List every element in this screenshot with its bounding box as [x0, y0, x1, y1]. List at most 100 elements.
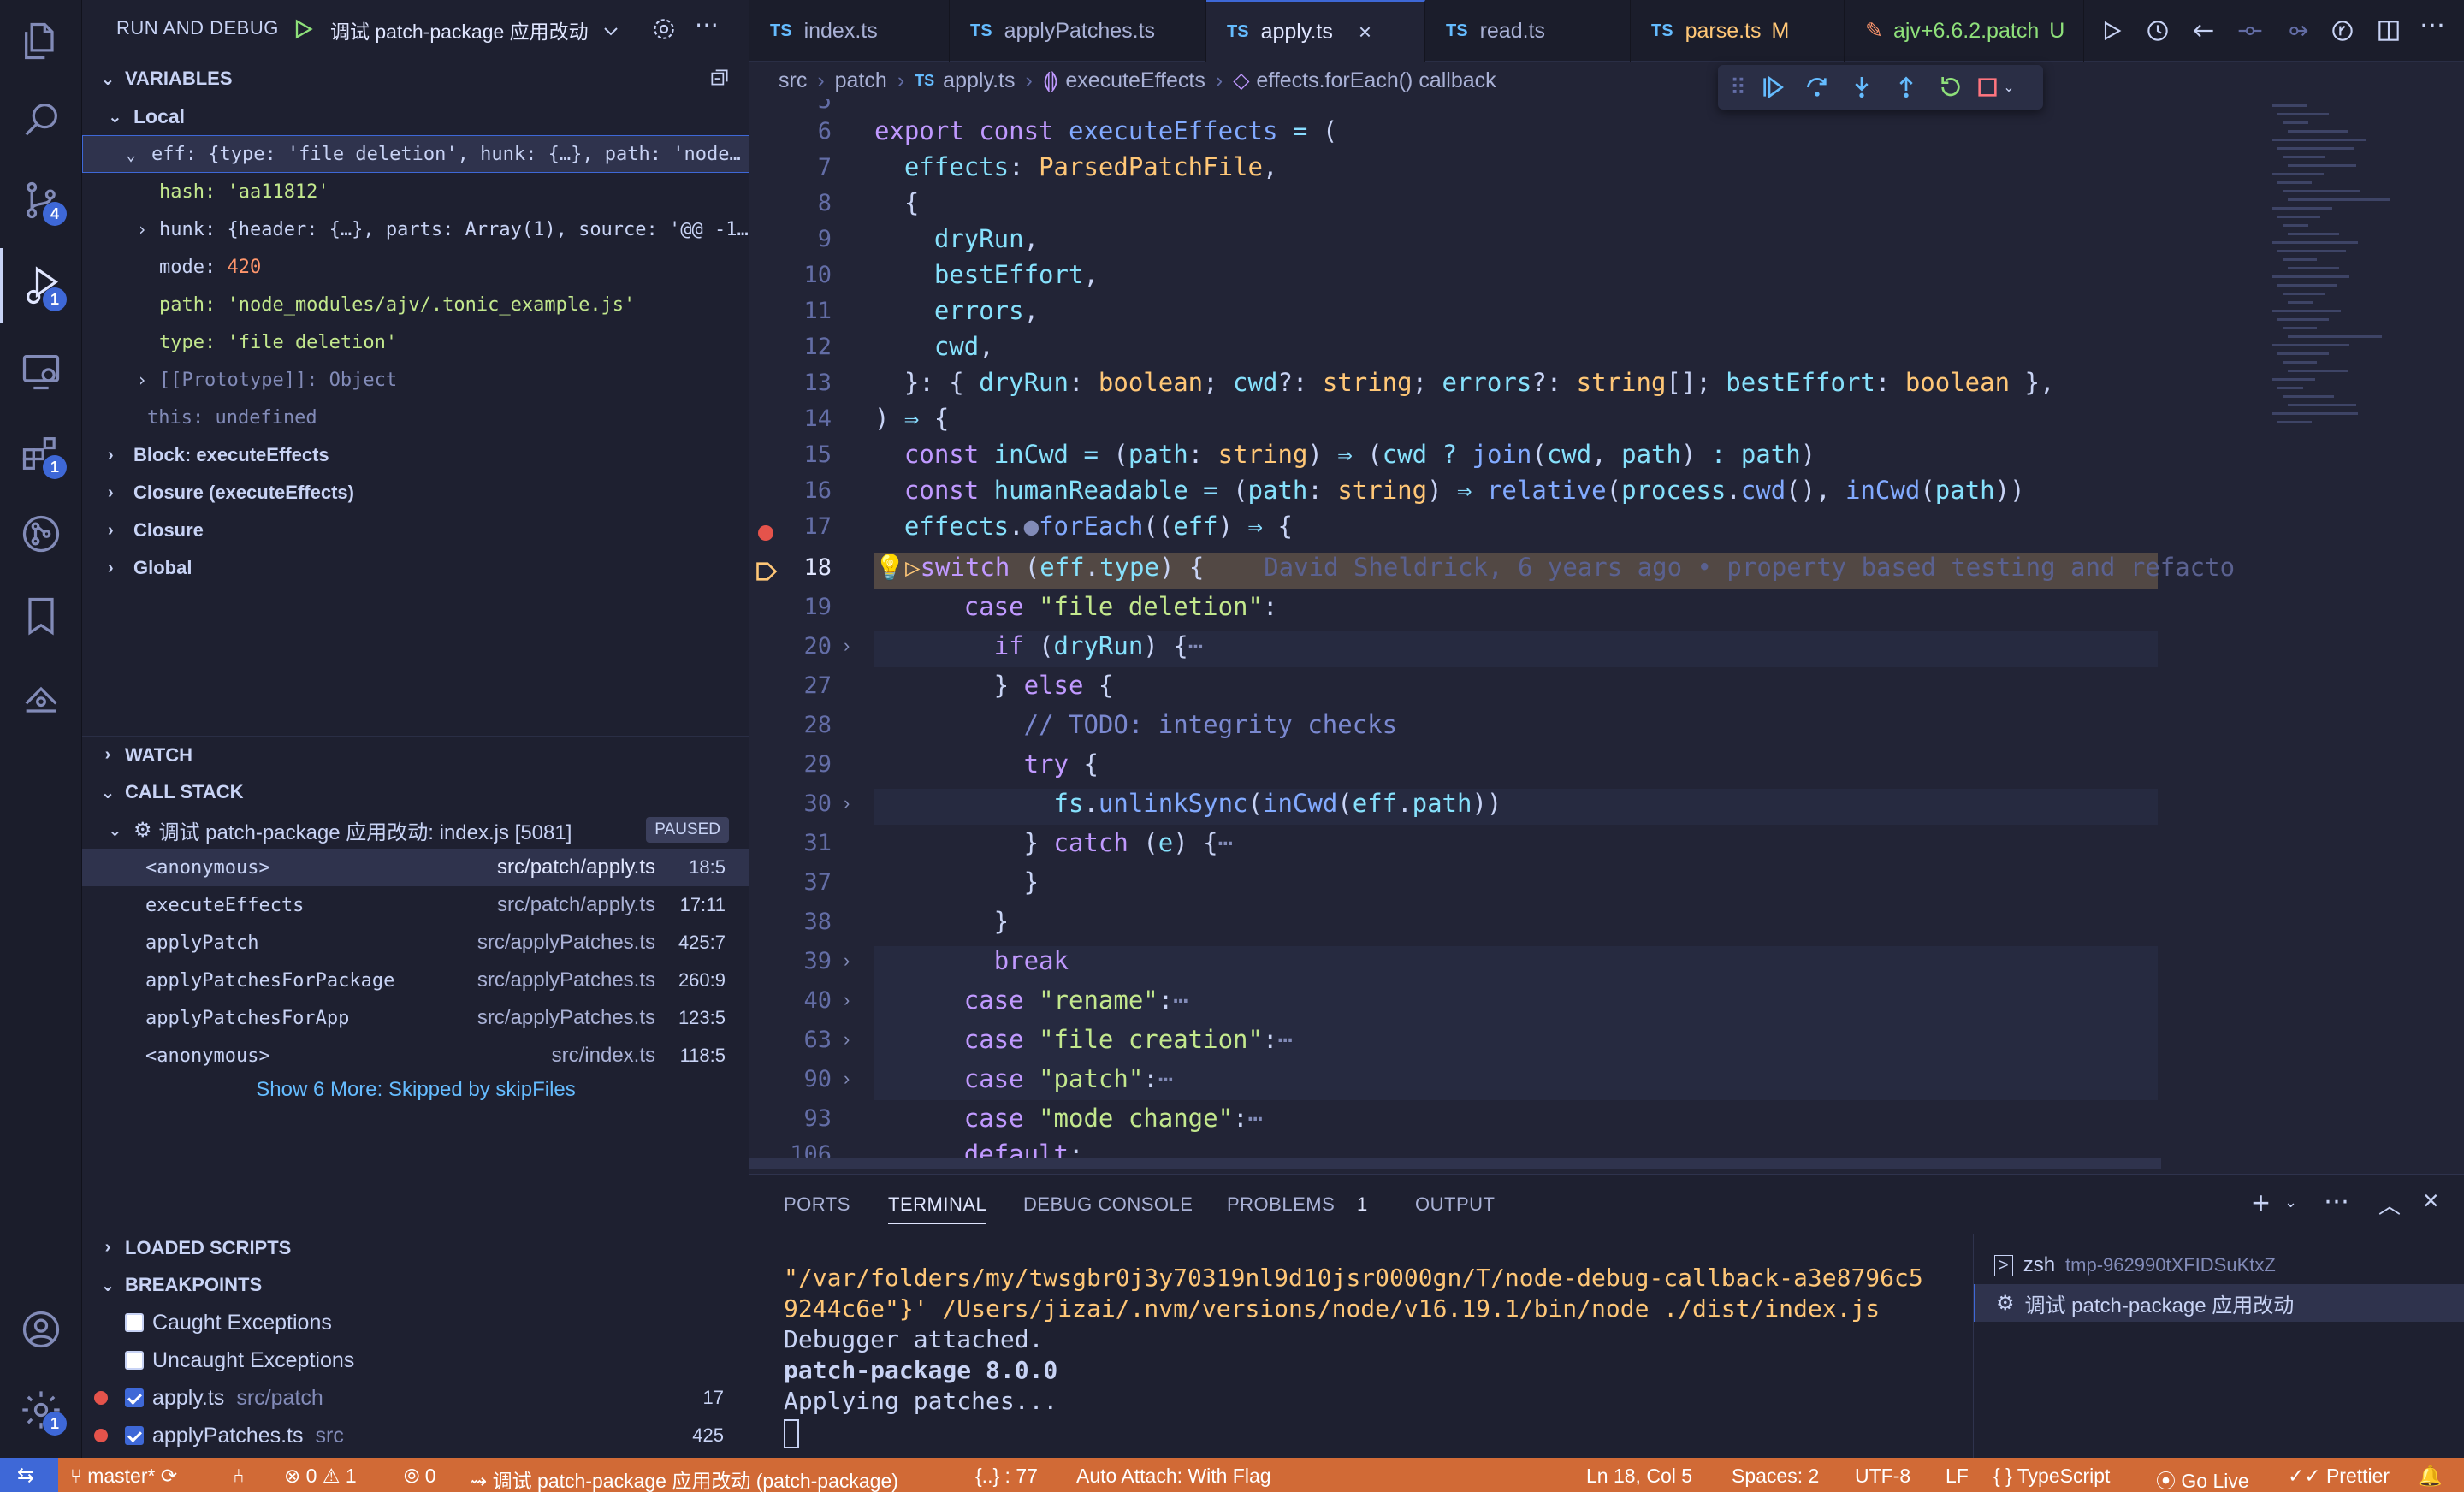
breakpoint-item[interactable]: applyPatches.ts src 425 [82, 1417, 749, 1454]
tab-ajv-patch[interactable]: ✎ ajv+6.6.2.patch U [1845, 0, 2084, 62]
checkbox[interactable] [125, 1426, 144, 1445]
gitlens-icon[interactable] [0, 662, 82, 737]
close-icon[interactable]: × [1359, 19, 1371, 45]
chevron-down-icon[interactable]: ⌄ [2003, 79, 2014, 96]
next-change-icon[interactable] [2283, 17, 2310, 44]
terminal-item-debug[interactable]: ⚙ 调试 patch-package 应用改动 [1974, 1284, 2464, 1322]
stack-frame[interactable]: applyPatchesForPackage src/applyPatches.… [82, 962, 749, 999]
show-more-frames-link[interactable]: Show 6 More: Skipped by skipFiles [82, 1071, 749, 1109]
bookmarks-icon[interactable] [0, 578, 82, 654]
drag-handle-icon[interactable]: ⠿ [1730, 74, 1750, 101]
fold-chevron-icon[interactable]: › [844, 792, 850, 814]
search-icon[interactable] [0, 82, 82, 157]
variable-prototype[interactable]: › [[Prototype]]: Object [82, 361, 749, 399]
step-into-button[interactable] [1839, 68, 1884, 106]
go-back-icon[interactable] [2190, 17, 2218, 44]
remote-indicator[interactable]: ⇆ [0, 1458, 58, 1492]
scope-closure-execute-effects[interactable]: › Closure (executeEffects) [82, 474, 749, 512]
watch-section-header[interactable]: › WATCH [82, 736, 749, 773]
problems-indicator[interactable]: ⊗ 0 ⚠ 1 [284, 1465, 357, 1488]
breakpoints-section-header[interactable]: ⌄ BREAKPOINTS [82, 1266, 749, 1304]
tab-output[interactable]: OUTPUT [1415, 1193, 1495, 1216]
breakpoint-item[interactable]: apply.ts src/patch 17 [82, 1379, 749, 1417]
stack-frame[interactable]: applyPatch src/applyPatches.ts 425:7 [82, 924, 749, 962]
tab-apply-patches-ts[interactable]: TS applyPatches.ts [950, 0, 1206, 62]
checkbox[interactable] [125, 1388, 144, 1407]
close-panel-icon[interactable]: × [2423, 1185, 2439, 1217]
code-editor[interactable]: 5 6 7 8 9 10 11 12 13 14 15 16 17 18 19 20 27 28 29 30 31 37 3… [749, 99, 2464, 1174]
loaded-scripts-section-header[interactable]: › LOADED SCRIPTS [82, 1229, 749, 1266]
account-icon[interactable] [0, 1292, 82, 1367]
source-control-icon[interactable]: 4 [0, 163, 82, 238]
stack-frame[interactable]: <anonymous> src/index.ts 118:5 [82, 1037, 749, 1075]
restart-button[interactable] [1928, 68, 1973, 106]
fold-chevron-icon[interactable]: › [844, 1068, 850, 1090]
tab-problems[interactable]: PROBLEMS [1227, 1193, 1335, 1216]
call-stack-section-header[interactable]: ⌄ CALL STACK [82, 773, 749, 811]
stack-frame[interactable]: applyPatchesForApp src/applyPatches.ts 1… [82, 999, 749, 1037]
breakpoint-dot-icon[interactable] [758, 525, 773, 541]
timeline-history-icon[interactable] [2144, 17, 2171, 44]
git-graph-icon[interactable] [0, 496, 82, 571]
more-actions-icon[interactable]: ⋯ [695, 10, 719, 38]
tab-apply-ts[interactable]: TS apply.ts × [1206, 0, 1425, 62]
language-mode[interactable]: { } TypeScript [1993, 1465, 2110, 1488]
tab-parse-ts[interactable]: TS parse.ts M [1631, 0, 1845, 62]
collapse-all-icon[interactable] [708, 67, 731, 89]
breadcrumb-item[interactable]: effects.forEach() callback [1256, 68, 1496, 93]
chevron-down-icon[interactable]: ⌄ [2284, 1193, 2297, 1211]
remote-explorer-icon[interactable] [0, 334, 82, 409]
stack-frame[interactable]: <anonymous> src/patch/apply.ts 18:5 [82, 849, 749, 886]
stack-frame[interactable]: executeEffects src/patch/apply.ts 17:11 [82, 886, 749, 924]
step-out-button[interactable] [1884, 68, 1928, 106]
branch-indicator[interactable]: ⑂ master* ⟳ [70, 1465, 177, 1488]
more-actions-icon[interactable]: ⋯ [2420, 10, 2445, 40]
git-graph-status-icon[interactable]: ⑃ [233, 1465, 245, 1488]
run-debug-icon[interactable]: 1 [0, 248, 82, 323]
extensions-icon[interactable]: 1 [0, 416, 82, 491]
variable-type[interactable]: type: 'file deletion' [82, 323, 749, 361]
tab-debug-console[interactable]: DEBUG CONSOLE [1023, 1193, 1193, 1216]
fold-chevron-icon[interactable]: › [844, 635, 850, 657]
open-changes-icon[interactable] [2329, 17, 2356, 44]
minimap[interactable] [2266, 99, 2454, 1174]
maximize-panel-icon[interactable]: ︿ [2378, 1188, 2401, 1220]
variable-mode[interactable]: mode: 420 [82, 248, 749, 286]
scope-global[interactable]: › Global [82, 549, 749, 587]
fold-chevron-icon[interactable]: › [844, 989, 850, 1011]
settings-gear-icon[interactable]: 1 [0, 1372, 82, 1448]
debug-settings-gear-icon[interactable] [650, 15, 678, 43]
breadcrumb-item[interactable]: executeEffects [1065, 68, 1205, 93]
fold-chevron-icon[interactable]: › [844, 1028, 850, 1051]
more-actions-icon[interactable]: ⋯ [2324, 1187, 2349, 1217]
scope-closure[interactable]: › Closure [82, 512, 749, 549]
tab-terminal[interactable]: TERMINAL [888, 1193, 987, 1224]
variable-eff[interactable]: ⌄ eff: {type: 'file deletion', hunk: {…}… [82, 135, 749, 173]
run-icon[interactable] [2100, 19, 2123, 43]
auto-attach-indicator[interactable]: Auto Attach: With Flag [1076, 1465, 1271, 1488]
breadcrumb-item[interactable]: patch [835, 68, 887, 93]
breadcrumb-item[interactable]: apply.ts [943, 68, 1015, 93]
step-over-button[interactable] [1795, 68, 1839, 106]
new-terminal-icon[interactable]: + [2252, 1185, 2270, 1221]
variable-hash[interactable]: hash: 'aa11812' [82, 173, 749, 210]
variable-path[interactable]: path: 'node_modules/ajv/.tonic_example.j… [82, 286, 749, 323]
caught-exceptions-option[interactable]: Caught Exceptions [82, 1304, 749, 1341]
checkbox[interactable] [125, 1313, 144, 1332]
scope-local[interactable]: ⌄ Local [82, 98, 749, 135]
scope-block[interactable]: › Block: executeEffects [82, 436, 749, 474]
explorer-icon[interactable] [0, 3, 82, 79]
continue-button[interactable] [1750, 68, 1795, 106]
chevron-down-icon[interactable] [601, 21, 621, 41]
checkbox[interactable] [125, 1351, 144, 1370]
previous-change-icon[interactable] [2236, 17, 2264, 44]
stop-button[interactable]: ⌄ [1973, 68, 2017, 106]
tab-read-ts[interactable]: TS read.ts [1425, 0, 1631, 62]
prettier-indicator[interactable]: ✓✓ Prettier [2288, 1465, 2390, 1488]
variable-hunk[interactable]: › hunk: {header: {…}, parts: Array(1), s… [82, 210, 749, 248]
split-editor-icon[interactable] [2375, 17, 2402, 44]
horizontal-scrollbar[interactable] [749, 1158, 2161, 1169]
ports-indicator[interactable]: ⦾ 0 [404, 1465, 436, 1488]
encoding[interactable]: UTF-8 [1855, 1465, 1910, 1488]
line-ending[interactable]: LF [1946, 1465, 1969, 1488]
